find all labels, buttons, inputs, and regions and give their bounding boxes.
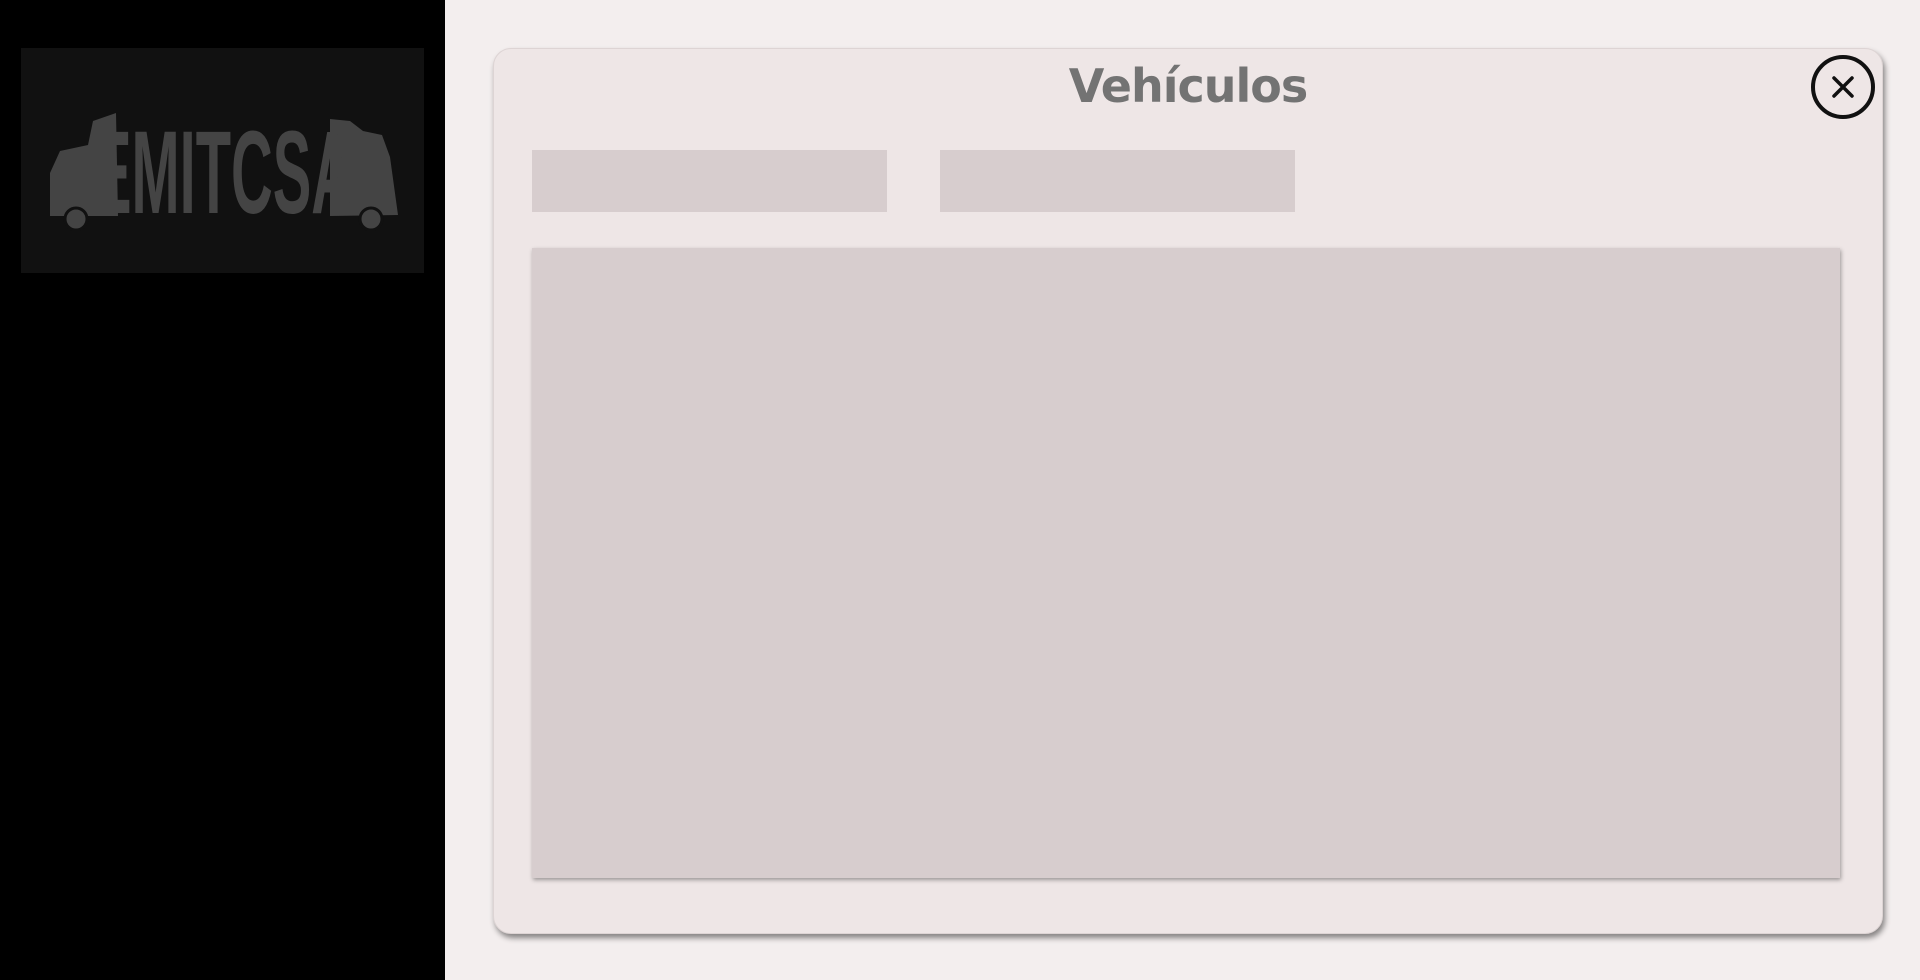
sidebar: EMITCSA bbox=[0, 0, 445, 980]
filter-input-2[interactable] bbox=[940, 150, 1295, 212]
van-logo-icon: EMITCSA bbox=[49, 107, 398, 231]
close-button[interactable] bbox=[1811, 55, 1875, 119]
vehicles-dialog: Vehículos bbox=[493, 48, 1883, 934]
svg-text:EMITCSA: EMITCSA bbox=[93, 107, 353, 231]
filter-input-1[interactable] bbox=[532, 150, 887, 212]
close-icon bbox=[1832, 76, 1854, 98]
main-area: Vehículos bbox=[445, 0, 1920, 980]
dialog-title: Vehículos bbox=[1068, 59, 1309, 113]
company-logo: EMITCSA bbox=[21, 48, 424, 273]
vehicles-table[interactable] bbox=[532, 248, 1840, 878]
